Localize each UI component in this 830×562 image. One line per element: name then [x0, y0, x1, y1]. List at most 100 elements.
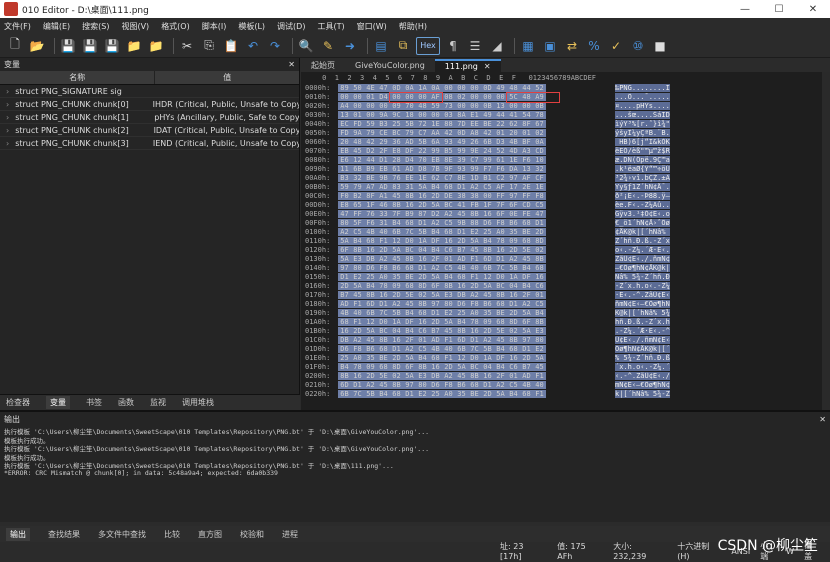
hex-byte[interactable]: D1	[481, 381, 494, 389]
hex-byte[interactable]: B4	[533, 309, 546, 317]
tab-histogram[interactable]: 直方图	[198, 529, 222, 540]
hex-byte[interactable]: 0A	[429, 84, 442, 92]
hex-byte[interactable]: 01	[416, 336, 429, 344]
hex-byte[interactable]: 2D	[351, 327, 364, 335]
hex-byte[interactable]: 5B	[416, 138, 429, 146]
minimize-button[interactable]: —	[728, 0, 762, 18]
hex-byte[interactable]: B4	[455, 318, 468, 326]
column-header-value[interactable]: 值	[155, 71, 299, 84]
hex-byte[interactable]: 62	[429, 174, 442, 182]
hex-byte[interactable]: 12	[390, 237, 403, 245]
hex-byte[interactable]: 5F	[351, 219, 364, 227]
hex-byte[interactable]: 93	[442, 138, 455, 146]
hex-byte[interactable]: 18	[403, 111, 416, 119]
stop-icon[interactable]: ■	[651, 37, 669, 55]
hex-byte[interactable]: D1	[377, 300, 390, 308]
hex-byte[interactable]: D6	[455, 300, 468, 308]
hex-byte[interactable]: 48	[416, 102, 429, 110]
hex-byte[interactable]: 7C	[403, 228, 416, 236]
hex-byte[interactable]: 00	[364, 111, 377, 119]
hex-byte[interactable]: 12	[351, 156, 364, 164]
hex-byte[interactable]: D1	[390, 345, 403, 353]
menu-template[interactable]: 模板(L)	[238, 21, 265, 32]
hex-byte[interactable]: 9F	[442, 165, 455, 173]
hex-byte[interactable]: BE	[377, 354, 390, 362]
hex-byte[interactable]: 2D	[442, 363, 455, 371]
hex-byte[interactable]: 93	[455, 165, 468, 173]
hex-byte[interactable]: D6	[429, 381, 442, 389]
hex-byte[interactable]: AF	[520, 174, 533, 182]
hex-byte[interactable]: 2D	[455, 237, 468, 245]
hex-byte[interactable]: A2	[429, 264, 442, 272]
hex-byte[interactable]: D8	[416, 165, 429, 173]
hex-byte[interactable]: DB	[455, 291, 468, 299]
hex-ascii[interactable]: €_ö1´hÑ¢Å›ˆÖø¶hÑ	[615, 219, 670, 227]
hex-byte[interactable]: 6B	[364, 309, 377, 317]
hex-byte[interactable]: 22	[416, 147, 429, 155]
hex-byte[interactable]: 0D	[481, 84, 494, 92]
hex-byte[interactable]: 4D	[507, 147, 520, 155]
hex-byte[interactable]: AD	[377, 183, 390, 191]
hex-byte[interactable]: A4	[338, 102, 351, 110]
hex-byte[interactable]: 16	[416, 318, 429, 326]
hex-byte[interactable]: 80	[416, 381, 429, 389]
hex-byte[interactable]: A0	[468, 309, 481, 317]
hex-byte[interactable]: 49	[494, 84, 507, 92]
hex-bytes[interactable]: 25A035BE2D5AB468F112D01ADF162D5A	[338, 354, 546, 362]
hex-byte[interactable]: F8	[442, 381, 455, 389]
hex-byte[interactable]: C5	[442, 264, 455, 272]
hex-byte[interactable]: EB	[429, 156, 442, 164]
hex-byte[interactable]: B6	[455, 381, 468, 389]
hex-byte[interactable]: DB	[338, 336, 351, 344]
hex-byte[interactable]: 97	[507, 174, 520, 182]
hex-mode-button[interactable]: Hex	[416, 37, 440, 55]
hex-bytes[interactable]: E8651F468B162D5ABC41FB1F7F6FCDC5	[338, 201, 546, 209]
hex-byte[interactable]: 5A	[468, 237, 481, 245]
hex-byte[interactable]: D1	[403, 390, 416, 398]
hex-byte[interactable]: A7	[364, 183, 377, 191]
hex-byte[interactable]: F8	[351, 345, 364, 353]
hex-byte[interactable]: 97	[520, 336, 533, 344]
hex-byte[interactable]: 1E	[533, 183, 546, 191]
menu-view[interactable]: 视图(V)	[121, 21, 149, 32]
hex-byte[interactable]: 12	[481, 273, 494, 281]
hex-byte[interactable]: D1	[455, 183, 468, 191]
hex-byte[interactable]: 16	[481, 210, 494, 218]
hex-byte[interactable]: 80	[338, 219, 351, 227]
hex-byte[interactable]: AD	[455, 255, 468, 263]
hex-byte[interactable]: A2	[468, 183, 481, 191]
hex-byte[interactable]: C7	[442, 174, 455, 182]
hex-byte[interactable]: 5A	[494, 390, 507, 398]
hex-byte[interactable]: 1A	[416, 84, 429, 92]
hex-byte[interactable]: B4	[390, 219, 403, 227]
calculator-icon[interactable]: ▦	[519, 37, 537, 55]
hex-byte[interactable]: 10	[533, 156, 546, 164]
hex-byte[interactable]: FF	[351, 210, 364, 218]
hex-ascii[interactable]: ¤....pHYs.......	[615, 102, 670, 110]
hex-byte[interactable]: 6A	[429, 138, 442, 146]
hex-byte[interactable]: D0	[403, 237, 416, 245]
hex-byte[interactable]: 1F	[481, 201, 494, 209]
tab-variables[interactable]: 变量	[46, 396, 70, 409]
hex-byte[interactable]: BE	[481, 120, 494, 128]
hex-byte[interactable]: A1	[377, 192, 390, 200]
hex-byte[interactable]: 4B	[520, 381, 533, 389]
hex-byte[interactable]: F6	[520, 156, 533, 164]
hex-byte[interactable]: A2	[494, 381, 507, 389]
hex-byte[interactable]: BC	[494, 282, 507, 290]
hex-ascii[interactable]: ...Ô...¯.....\H©	[615, 93, 670, 101]
hex-byte[interactable]: 48	[351, 138, 364, 146]
hex-byte[interactable]: 31	[403, 183, 416, 191]
hex-byte[interactable]: 52	[494, 147, 507, 155]
hex-byte[interactable]: 00	[468, 102, 481, 110]
hex-byte[interactable]: 44	[520, 84, 533, 92]
hex-ascii[interactable]: èe.F‹.-Z¼Aû..oÍÅ	[615, 201, 670, 209]
tab-inspector[interactable]: 检查器	[6, 397, 30, 408]
hex-byte[interactable]: 8B	[351, 246, 364, 254]
hex-byte[interactable]: AD	[403, 138, 416, 146]
hex-byte[interactable]: 16	[351, 372, 364, 380]
hex-byte[interactable]: D1	[533, 219, 546, 227]
hex-byte[interactable]: 1D	[468, 174, 481, 182]
hex-bytes[interactable]: 5979A7AD83315AB468D1A2C5AF172E1E	[338, 183, 546, 191]
hex-byte[interactable]: 68	[338, 318, 351, 326]
